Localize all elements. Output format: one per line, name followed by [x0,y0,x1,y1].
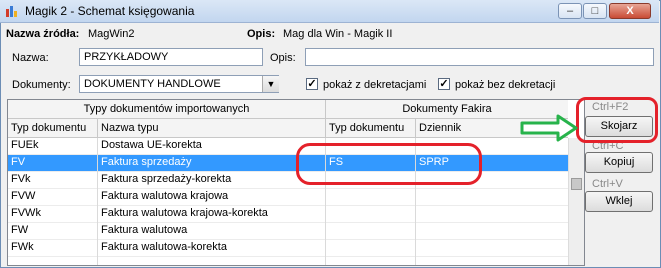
mapping-table: Typy dokumentów importowanych Dokumenty … [7,99,585,266]
table-row[interactable]: FWk Faktura walutowa-korekta [8,240,568,257]
highlight-link-button [576,97,658,143]
window-title: Magik 2 - Schemat księgowania [25,4,195,18]
source-value: MagWin2 [88,28,135,40]
highlight-fakir-mapping [296,143,482,185]
opis-label: Opis: [270,52,296,64]
table-row[interactable]: FUEk Dostawa UE-korekta [8,138,568,155]
col-header-name[interactable]: Nazwa typu [98,119,326,138]
close-button[interactable]: X [609,3,651,19]
maximize-button[interactable]: □ [583,3,607,19]
without-decree-label: pokaż bez dekretacji [455,79,556,91]
with-decree-checkbox[interactable]: ✓ [306,78,318,90]
col-header-type[interactable]: Typ dokumentu [8,119,98,138]
table-row[interactable]: FVW Faktura walutowa krajowa [8,189,568,206]
group-header-import: Typy dokumentów importowanych [8,100,326,119]
cell-name: Faktura sprzedaży-korekta [101,173,232,185]
shortcut-hint-paste: Ctrl+V [592,178,623,190]
table-row[interactable]: FVWk Faktura walutowa krajowa-korekta [8,206,568,223]
cell-type: FUEk [11,139,39,151]
paste-button[interactable]: Wklej [585,191,653,212]
without-decree-checkbox[interactable]: ✓ [438,78,450,90]
cell-type: FVk [11,173,31,185]
cell-name: Faktura walutowa [101,224,188,236]
column-divider [97,138,98,265]
title-bar: Magik 2 - Schemat księgowania – □ X [0,0,659,23]
table-row[interactable]: FVk Faktura sprzedaży-korekta [8,172,568,189]
docs-select-value: DOKUMENTY HANDLOWE [84,78,221,90]
vertical-scrollbar[interactable] [568,138,584,265]
table-row[interactable]: FW Faktura walutowa [8,223,568,240]
cell-type: FV [11,156,26,168]
cell-type: FW [11,224,29,236]
green-arrow-icon [520,114,578,142]
name-input[interactable]: PRZYKŁADOWY [79,48,263,66]
cell-name: Faktura walutowa krajowa-korekta [101,207,268,219]
desc-label: Opis: [247,28,276,40]
cell-name: Faktura sprzedaży [101,156,192,168]
minimize-button[interactable]: – [558,3,582,19]
source-label: Nazwa źródła: [6,28,80,40]
col-header-fakir-type[interactable]: Typ dokumentu [326,119,416,138]
cell-name: Dostawa UE-korekta [101,139,202,151]
cell-type: FVWk [11,207,41,219]
docs-label: Dokumenty: [12,79,71,91]
cell-type: FVW [11,190,36,202]
chevron-down-icon[interactable]: ▼ [262,76,279,92]
scrollbar-thumb[interactable] [571,178,582,190]
cell-name: Faktura walutowa-korekta [101,241,227,253]
cell-type: FWk [11,241,34,253]
table-row-selected[interactable]: FV Faktura sprzedaży FS SPRP [8,155,568,172]
cell-name: Faktura walutowa krajowa [101,190,229,202]
copy-button[interactable]: Kopiuj [585,152,653,173]
app-icon [6,6,17,17]
name-label: Nazwa: [12,52,49,64]
with-decree-label: pokaż z dekretacjami [323,79,427,91]
opis-input[interactable] [305,48,654,66]
desc-value: Mag dla Win - Magik II [283,28,393,40]
docs-select[interactable]: DOKUMENTY HANDLOWE [79,75,279,93]
